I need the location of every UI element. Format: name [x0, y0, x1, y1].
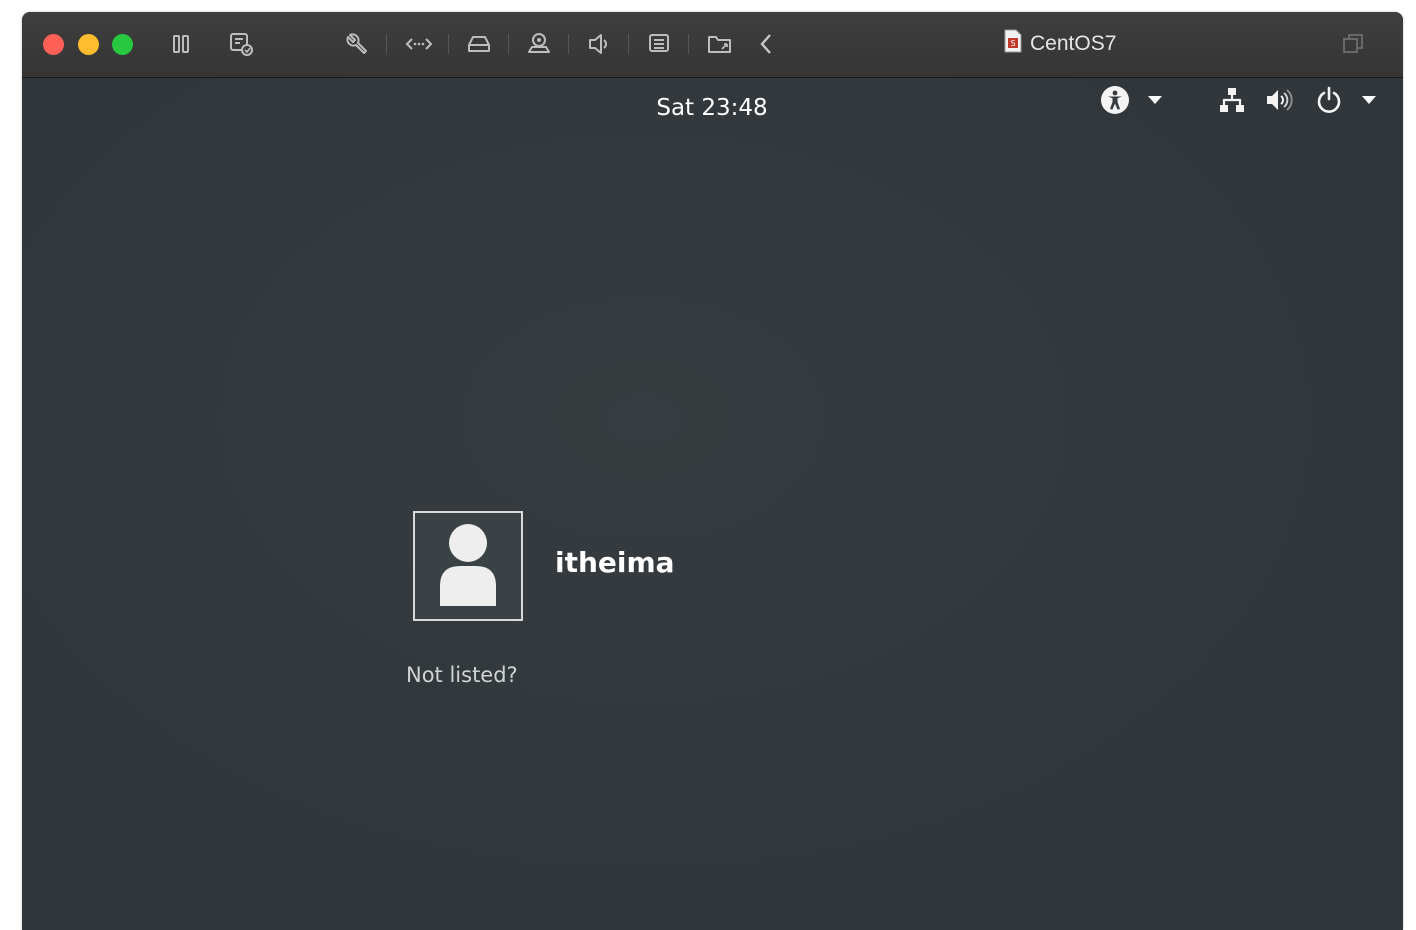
toolbar-divider — [508, 34, 509, 54]
chevron-left-icon[interactable] — [752, 29, 782, 59]
snapshot-icon[interactable] — [226, 29, 256, 59]
camera-icon[interactable] — [524, 29, 554, 59]
window-title-text: CentOS7 — [1030, 32, 1117, 55]
vm-window: S CentOS7 Sat 23:48 itheima Not listed? — [22, 12, 1403, 930]
not-listed-link[interactable]: Not listed? — [406, 663, 518, 687]
clock[interactable]: Sat 23:48 — [642, 95, 782, 121]
pause-icon[interactable] — [166, 29, 196, 59]
toolbar-divider — [688, 34, 689, 54]
user-name[interactable]: itheima — [555, 546, 675, 579]
user-avatar-button[interactable] — [413, 511, 523, 621]
svg-text:S: S — [1010, 39, 1015, 48]
dropdown-arrow-icon[interactable] — [1144, 90, 1166, 110]
default-user-icon — [440, 524, 496, 606]
dropdown-arrow-icon[interactable] — [1358, 90, 1380, 110]
sound-icon[interactable] — [584, 29, 614, 59]
guest-login-screen: Sat 23:48 itheima Not listed? — [22, 78, 1403, 930]
accessibility-icon[interactable] — [1099, 84, 1131, 116]
hard-disk-icon[interactable] — [464, 29, 494, 59]
vm-document-icon: S — [1004, 29, 1022, 59]
minimize-button[interactable] — [78, 34, 99, 55]
vm-titlebar: S CentOS7 — [22, 12, 1403, 78]
window-title: S CentOS7 — [1004, 29, 1117, 59]
network-arrows-icon[interactable] — [404, 29, 434, 59]
shared-folder-icon[interactable] — [706, 29, 736, 59]
toolbar-divider — [386, 34, 387, 54]
power-icon[interactable] — [1313, 84, 1345, 116]
volume-icon[interactable] — [1263, 84, 1295, 116]
wrench-icon[interactable] — [342, 29, 372, 59]
toolbar-divider — [568, 34, 569, 54]
network-icon[interactable] — [1216, 84, 1248, 116]
restore-window-icon[interactable] — [1338, 29, 1368, 59]
printer-icon[interactable] — [644, 29, 674, 59]
toolbar-divider — [628, 34, 629, 54]
zoom-button[interactable] — [112, 34, 133, 55]
close-button[interactable] — [43, 34, 64, 55]
toolbar-divider — [448, 34, 449, 54]
